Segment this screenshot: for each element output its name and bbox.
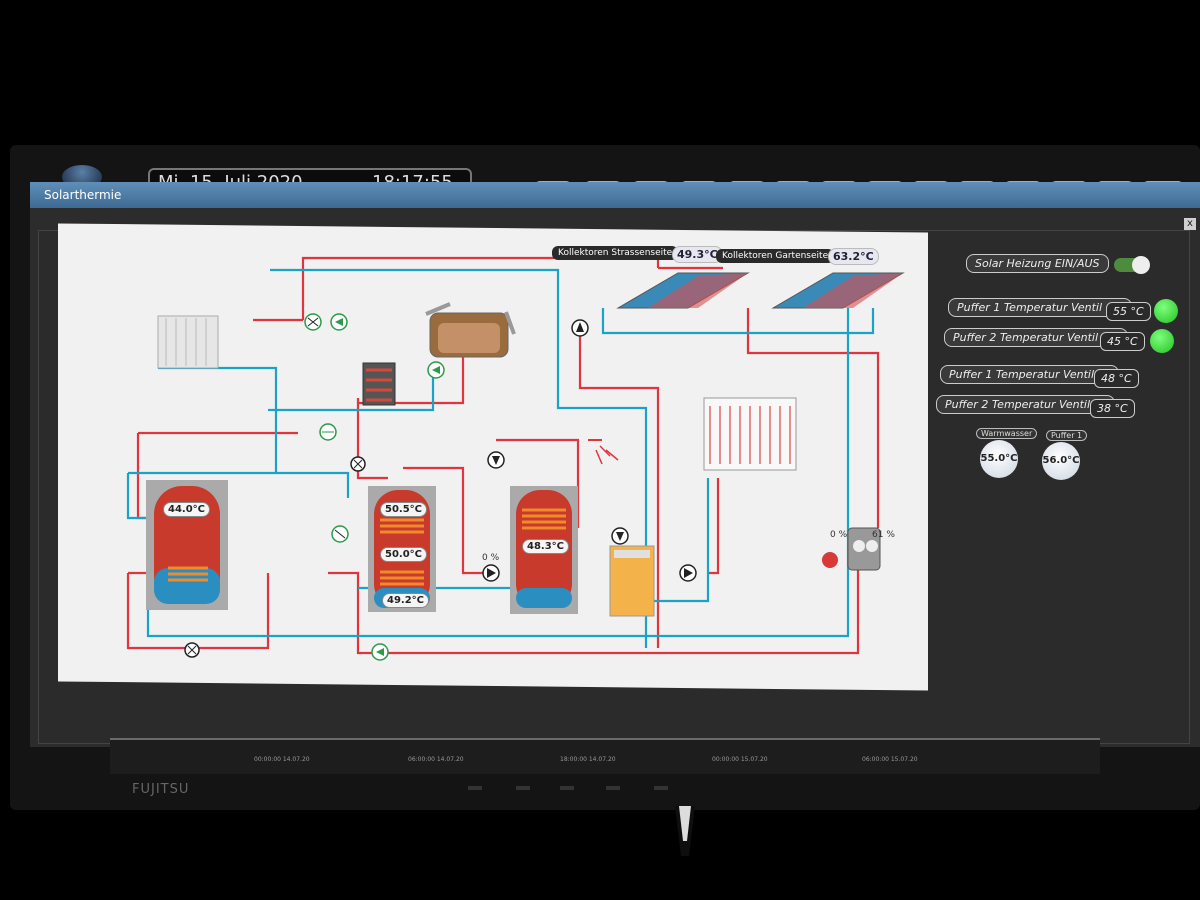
monitor-brand-logo: FUJITSU	[132, 782, 190, 797]
puffer1-valve-close-value[interactable]: 48 °C	[1094, 369, 1139, 388]
solar-heating-toggle[interactable]	[1114, 256, 1150, 274]
pump-gasboiler-icon[interactable]	[611, 527, 629, 545]
solar-collector-gartenseite-icon	[771, 272, 905, 309]
window-title: Solarthermie	[44, 188, 122, 202]
pipe-cold-collectors	[601, 308, 875, 335]
timeline-tick-3: 18:00:00 14.07.20	[560, 756, 616, 763]
puffer1-gauge: 56.0°C	[1042, 442, 1080, 480]
tank3-temperature: 48.3°C	[522, 539, 570, 554]
buffer-tank-1	[146, 480, 228, 610]
pump-floor-icon[interactable]	[679, 564, 697, 582]
puffer2-valve-close-value[interactable]: 38 °C	[1090, 399, 1135, 418]
puffer2-valve-open-led	[1150, 329, 1174, 353]
gas-boiler-icon	[609, 545, 655, 617]
warmwasser-gauge-label: Warmwasser	[976, 428, 1038, 439]
puffer1-valve-open-led	[1154, 299, 1178, 323]
heat-exchanger-icon	[362, 362, 396, 406]
wood-boiler-icon	[425, 302, 516, 358]
pump-shower-icon[interactable]	[487, 451, 505, 469]
timeline-tick-5: 06:00:00 15.07.20	[862, 756, 918, 763]
monitor-control-button-3[interactable]	[560, 786, 574, 790]
puffer1-valve-open-label: Puffer 1 Temperatur Ventil auf	[948, 298, 1133, 317]
timeline-tick-1: 00:00:00 14.07.20	[254, 756, 310, 763]
valve-tank2-icon[interactable]	[331, 525, 349, 543]
floor-heating-icon	[703, 397, 797, 471]
hydraulic-schema	[126, 256, 905, 661]
monitor-control-button-4[interactable]	[606, 786, 620, 790]
close-icon[interactable]: x	[1184, 218, 1196, 230]
solar-collector-strassenseite-icon	[616, 272, 750, 309]
timeline-tick-4: 00:00:00 15.07.20	[712, 756, 768, 763]
shower-icon	[588, 439, 619, 465]
puffer1-gauge-label: Puffer 1	[1046, 430, 1088, 441]
window-titlebar[interactable]: Solarthermie	[30, 182, 1200, 208]
tank2-top-temperature: 50.5°C	[380, 502, 428, 517]
monitor-control-button-5[interactable]	[654, 786, 668, 790]
valve-bypass-icon[interactable]	[319, 423, 337, 441]
radiator-icon	[157, 315, 219, 369]
tank2-bottom-temperature: 49.2°C	[382, 593, 430, 608]
puffer2-valve-close-label: Puffer 2 Temperatur Ventil zu	[936, 395, 1116, 414]
puffer2-valve-open-value[interactable]: 45 °C	[1100, 332, 1145, 351]
pump-collector-icon[interactable]	[571, 319, 589, 337]
monitor-stand	[675, 806, 695, 856]
mixing-valve-icon[interactable]	[350, 456, 366, 472]
tank1-temperature: 44.0°C	[163, 502, 211, 517]
tank2-mid-temperature: 50.0°C	[380, 547, 428, 562]
check-valve-bottom-icon[interactable]	[371, 643, 389, 661]
collector-gartenseite-label: Kollektoren Gartenseite	[716, 249, 835, 263]
check-valve-boiler-icon[interactable]	[427, 361, 445, 379]
pump-tank3-icon[interactable]	[482, 564, 500, 582]
collector-strassenseite-label: Kollektoren Strassenseite	[552, 246, 679, 260]
valve-bottom-icon[interactable]	[184, 642, 200, 658]
solar-heating-toggle-label: Solar Heizung EIN/AUS	[966, 254, 1109, 273]
valve-radiator-icon[interactable]	[304, 313, 322, 331]
warmwasser-gauge: 55.0°C	[980, 440, 1018, 478]
pipe-hot-floor	[708, 478, 720, 575]
timeline-tick-2: 06:00:00 14.07.20	[408, 756, 464, 763]
pipe-cold-radiator	[158, 366, 278, 473]
expansion-vessel-icon	[822, 552, 838, 568]
monitor-control-button-1[interactable]	[468, 786, 482, 790]
puffer1-valve-close-label: Puffer 1 Temperatur Ventil zu	[940, 365, 1120, 384]
pump-solar-left-percent: 0 %	[830, 530, 848, 540]
collector-gartenseite-value: 63.2°C	[828, 248, 879, 265]
pump-tank3-percent: 0 %	[482, 553, 500, 563]
check-valve-radiator-icon[interactable]	[330, 313, 348, 331]
puffer1-valve-open-value[interactable]: 55 °C	[1106, 302, 1151, 321]
pump-solar-right-percent: 61 %	[872, 530, 895, 540]
monitor-control-button-2[interactable]	[516, 786, 530, 790]
